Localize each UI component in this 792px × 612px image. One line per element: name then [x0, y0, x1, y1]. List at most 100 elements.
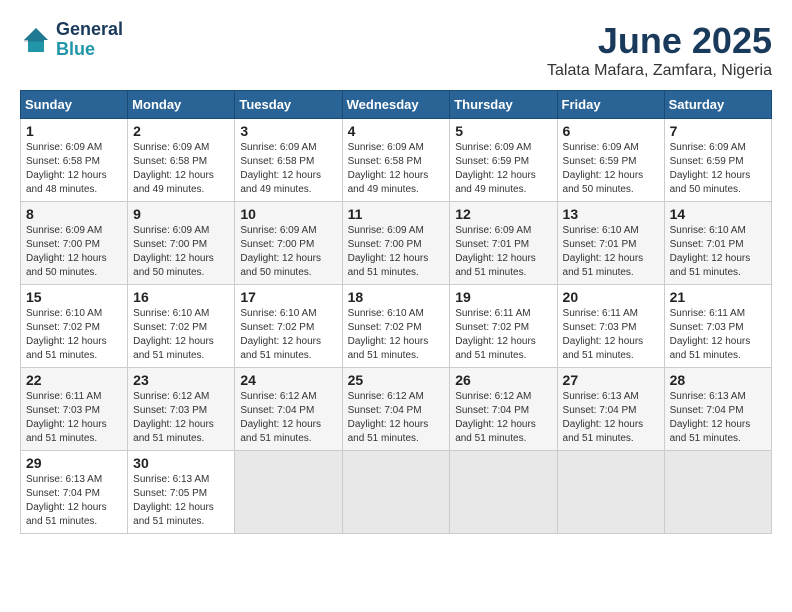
day-number: 10: [240, 206, 336, 222]
day-info: Sunrise: 6:09 AMSunset: 6:59 PMDaylight:…: [670, 141, 766, 197]
calendar-weekday-header: Saturday: [664, 91, 771, 119]
day-info: Sunrise: 6:09 AMSunset: 6:58 PMDaylight:…: [240, 141, 336, 197]
day-info: Sunrise: 6:12 AMSunset: 7:04 PMDaylight:…: [240, 390, 336, 446]
day-info: Sunrise: 6:11 AMSunset: 7:03 PMDaylight:…: [563, 307, 659, 363]
day-info: Sunrise: 6:13 AMSunset: 7:04 PMDaylight:…: [26, 473, 122, 529]
calendar-day-cell: 9 Sunrise: 6:09 AMSunset: 7:00 PMDaylight…: [128, 202, 235, 285]
calendar-weekday-header: Tuesday: [235, 91, 342, 119]
day-info: Sunrise: 6:09 AMSunset: 6:59 PMDaylight:…: [455, 141, 551, 197]
calendar-day-cell: 30 Sunrise: 6:13 AMSunset: 7:05 PMDayligh…: [128, 451, 235, 534]
day-number: 6: [563, 123, 659, 139]
day-info: Sunrise: 6:09 AMSunset: 7:01 PMDaylight:…: [455, 224, 551, 280]
day-number: 25: [348, 372, 445, 388]
calendar-day-cell: 10 Sunrise: 6:09 AMSunset: 7:00 PMDayligh…: [235, 202, 342, 285]
day-number: 20: [563, 289, 659, 305]
day-number: 19: [455, 289, 551, 305]
calendar-day-cell: 6 Sunrise: 6:09 AMSunset: 6:59 PMDaylight…: [557, 119, 664, 202]
day-number: 7: [670, 123, 766, 139]
calendar-day-cell: 17 Sunrise: 6:10 AMSunset: 7:02 PMDayligh…: [235, 285, 342, 368]
day-info: Sunrise: 6:13 AMSunset: 7:04 PMDaylight:…: [563, 390, 659, 446]
day-number: 8: [26, 206, 122, 222]
day-info: Sunrise: 6:10 AMSunset: 7:02 PMDaylight:…: [240, 307, 336, 363]
calendar-header-row: SundayMondayTuesdayWednesdayThursdayFrid…: [21, 91, 772, 119]
day-info: Sunrise: 6:10 AMSunset: 7:01 PMDaylight:…: [670, 224, 766, 280]
calendar-weekday-header: Sunday: [21, 91, 128, 119]
day-info: Sunrise: 6:09 AMSunset: 7:00 PMDaylight:…: [348, 224, 445, 280]
calendar-day-cell: 28Sunrise: 6:13 AMSunset: 7:04 PMDayligh…: [664, 368, 771, 451]
calendar-week-row: 29 Sunrise: 6:13 AMSunset: 7:04 PMDayligh…: [21, 451, 772, 534]
location-title: Talata Mafara, Zamfara, Nigeria: [547, 62, 772, 80]
day-number: 18: [348, 289, 445, 305]
page-header: General Blue June 2025 Talata Mafara, Za…: [20, 20, 772, 80]
logo-icon: [20, 24, 52, 56]
calendar-day-cell: 11 Sunrise: 6:09 AMSunset: 7:00 PMDayligh…: [342, 202, 450, 285]
day-info: Sunrise: 6:13 AMSunset: 7:04 PMDaylight:…: [670, 390, 766, 446]
day-info: Sunrise: 6:09 AMSunset: 6:58 PMDaylight:…: [348, 141, 445, 197]
day-info: Sunrise: 6:12 AMSunset: 7:04 PMDaylight:…: [348, 390, 445, 446]
day-info: Sunrise: 6:11 AMSunset: 7:02 PMDaylight:…: [455, 307, 551, 363]
day-info: Sunrise: 6:10 AMSunset: 7:01 PMDaylight:…: [563, 224, 659, 280]
calendar-day-cell: 25 Sunrise: 6:12 AMSunset: 7:04 PMDayligh…: [342, 368, 450, 451]
calendar-day-cell: [342, 451, 450, 534]
calendar-day-cell: 13 Sunrise: 6:10 AMSunset: 7:01 PMDayligh…: [557, 202, 664, 285]
day-number: 21: [670, 289, 766, 305]
month-title: June 2025: [547, 20, 772, 62]
calendar-day-cell: [664, 451, 771, 534]
day-number: 26: [455, 372, 551, 388]
day-number: 13: [563, 206, 659, 222]
day-info: Sunrise: 6:09 AMSunset: 6:58 PMDaylight:…: [133, 141, 229, 197]
calendar-day-cell: 23Sunrise: 6:12 AMSunset: 7:03 PMDayligh…: [128, 368, 235, 451]
calendar-body: 1Sunrise: 6:09 AMSunset: 6:58 PMDaylight…: [21, 119, 772, 534]
day-info: Sunrise: 6:09 AMSunset: 6:59 PMDaylight:…: [563, 141, 659, 197]
day-number: 5: [455, 123, 551, 139]
day-number: 24: [240, 372, 336, 388]
day-number: 30: [133, 455, 229, 471]
day-number: 2: [133, 123, 229, 139]
calendar-day-cell: 3 Sunrise: 6:09 AMSunset: 6:58 PMDaylight…: [235, 119, 342, 202]
calendar-day-cell: 19 Sunrise: 6:11 AMSunset: 7:02 PMDayligh…: [450, 285, 557, 368]
day-info: Sunrise: 6:11 AMSunset: 7:03 PMDaylight:…: [26, 390, 122, 446]
day-info: Sunrise: 6:10 AMSunset: 7:02 PMDaylight:…: [26, 307, 122, 363]
calendar-day-cell: 21 Sunrise: 6:11 AMSunset: 7:03 PMDayligh…: [664, 285, 771, 368]
calendar-week-row: 1Sunrise: 6:09 AMSunset: 6:58 PMDaylight…: [21, 119, 772, 202]
day-info: Sunrise: 6:11 AMSunset: 7:03 PMDaylight:…: [670, 307, 766, 363]
calendar-day-cell: 14Sunrise: 6:10 AMSunset: 7:01 PMDayligh…: [664, 202, 771, 285]
day-number: 23: [133, 372, 229, 388]
day-info: Sunrise: 6:09 AMSunset: 7:00 PMDaylight:…: [240, 224, 336, 280]
logo: General Blue: [20, 20, 123, 60]
calendar-weekday-header: Wednesday: [342, 91, 450, 119]
calendar-weekday-header: Friday: [557, 91, 664, 119]
calendar-week-row: 15Sunrise: 6:10 AMSunset: 7:02 PMDayligh…: [21, 285, 772, 368]
calendar-day-cell: 15Sunrise: 6:10 AMSunset: 7:02 PMDayligh…: [21, 285, 128, 368]
calendar-day-cell: 12 Sunrise: 6:09 AMSunset: 7:01 PMDayligh…: [450, 202, 557, 285]
logo-text: General Blue: [56, 20, 123, 60]
title-area: June 2025 Talata Mafara, Zamfara, Nigeri…: [547, 20, 772, 80]
calendar-week-row: 22 Sunrise: 6:11 AMSunset: 7:03 PMDayligh…: [21, 368, 772, 451]
day-number: 29: [26, 455, 122, 471]
calendar-week-row: 8 Sunrise: 6:09 AMSunset: 7:00 PMDaylight…: [21, 202, 772, 285]
calendar-weekday-header: Thursday: [450, 91, 557, 119]
calendar-day-cell: 18 Sunrise: 6:10 AMSunset: 7:02 PMDayligh…: [342, 285, 450, 368]
day-info: Sunrise: 6:10 AMSunset: 7:02 PMDaylight:…: [133, 307, 229, 363]
day-number: 16: [133, 289, 229, 305]
calendar-day-cell: 4 Sunrise: 6:09 AMSunset: 6:58 PMDaylight…: [342, 119, 450, 202]
day-number: 17: [240, 289, 336, 305]
calendar-table: SundayMondayTuesdayWednesdayThursdayFrid…: [20, 90, 772, 534]
day-number: 12: [455, 206, 551, 222]
calendar-day-cell: [235, 451, 342, 534]
calendar-day-cell: 20 Sunrise: 6:11 AMSunset: 7:03 PMDayligh…: [557, 285, 664, 368]
day-number: 3: [240, 123, 336, 139]
day-number: 4: [348, 123, 445, 139]
day-number: 22: [26, 372, 122, 388]
day-info: Sunrise: 6:12 AMSunset: 7:04 PMDaylight:…: [455, 390, 551, 446]
day-number: 9: [133, 206, 229, 222]
day-number: 27: [563, 372, 659, 388]
calendar-weekday-header: Monday: [128, 91, 235, 119]
day-number: 11: [348, 206, 445, 222]
day-info: Sunrise: 6:10 AMSunset: 7:02 PMDaylight:…: [348, 307, 445, 363]
day-info: Sunrise: 6:13 AMSunset: 7:05 PMDaylight:…: [133, 473, 229, 529]
day-info: Sunrise: 6:09 AMSunset: 6:58 PMDaylight:…: [26, 141, 122, 197]
day-info: Sunrise: 6:09 AMSunset: 7:00 PMDaylight:…: [133, 224, 229, 280]
calendar-day-cell: 16 Sunrise: 6:10 AMSunset: 7:02 PMDayligh…: [128, 285, 235, 368]
calendar-day-cell: [450, 451, 557, 534]
